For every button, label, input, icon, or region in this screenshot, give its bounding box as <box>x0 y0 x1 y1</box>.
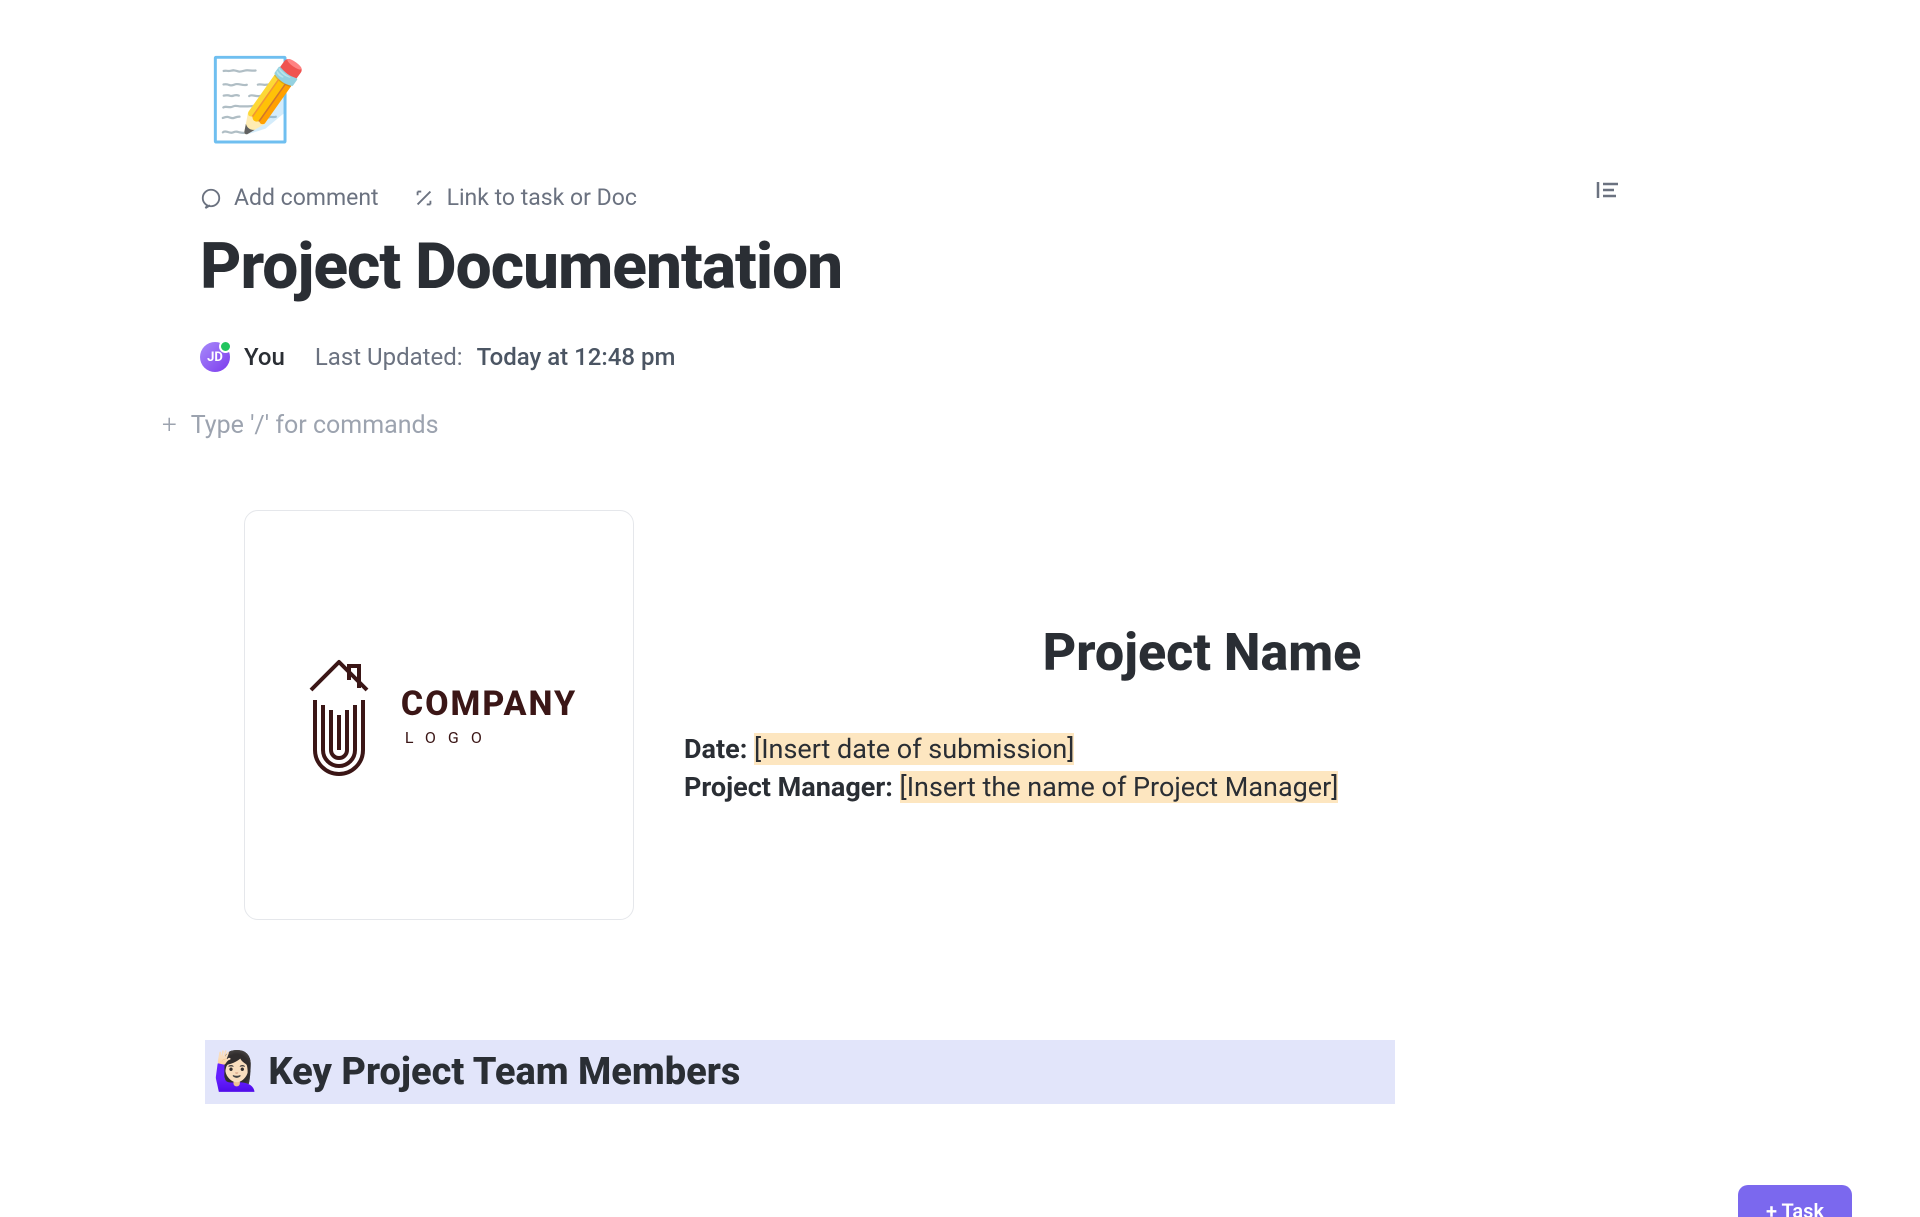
memo-icon[interactable]: 📝 <box>208 60 308 160</box>
date-line[interactable]: Date: [Insert date of submission] <box>684 733 1720 765</box>
command-input-row[interactable]: + Type '/' for commands <box>162 410 1720 440</box>
add-task-floating-button[interactable]: + Task <box>1738 1185 1852 1217</box>
company-logo-icon <box>301 650 377 780</box>
command-placeholder: Type '/' for commands <box>191 411 439 440</box>
link-task-label: Link to task or Doc <box>447 184 637 211</box>
add-task-label: + Task <box>1766 1199 1824 1217</box>
document-page: 📝 Add comment Link to task or Doc Projec… <box>0 0 1920 1104</box>
add-comment-label: Add comment <box>234 184 379 211</box>
plus-icon[interactable]: + <box>162 410 177 440</box>
company-logo-card[interactable]: COMPANY LOGO <box>244 510 634 920</box>
updated-value: Today at 12:48 pm <box>477 343 676 371</box>
pm-value: [Insert the name of Project Manager] <box>900 771 1339 803</box>
team-members-heading[interactable]: 🙋🏻‍♀️ Key Project Team Members <box>205 1040 1395 1104</box>
date-value: [Insert date of submission] <box>754 733 1074 765</box>
company-word: COMPANY <box>401 684 577 724</box>
link-icon <box>413 187 435 209</box>
comment-icon <box>200 187 222 209</box>
raising-hand-icon: 🙋🏻‍♀️ <box>213 1050 260 1094</box>
pm-label: Project Manager: <box>684 771 893 803</box>
top-actions: Add comment Link to task or Doc <box>200 184 1720 211</box>
toc-icon <box>1596 180 1620 200</box>
updated-label: Last Updated: <box>315 343 463 371</box>
add-comment-button[interactable]: Add comment <box>200 184 379 211</box>
author-name: You <box>244 343 285 371</box>
page-title[interactable]: Project Documentation <box>200 229 1720 304</box>
meta-row: JD You Last Updated: Today at 12:48 pm <box>200 342 1720 372</box>
link-task-button[interactable]: Link to task or Doc <box>413 184 637 211</box>
company-logo: COMPANY LOGO <box>301 650 577 780</box>
project-block: COMPANY LOGO Project Name Date: [Insert … <box>244 510 1720 920</box>
project-name-heading[interactable]: Project Name <box>684 622 1720 683</box>
date-label: Date: <box>684 733 747 765</box>
logo-word: LOGO <box>401 728 577 747</box>
author-avatar[interactable]: JD <box>200 342 230 372</box>
team-heading-text: Key Project Team Members <box>268 1050 740 1094</box>
company-logo-text: COMPANY LOGO <box>401 684 577 747</box>
project-info: Project Name Date: [Insert date of submi… <box>684 622 1720 809</box>
pm-line[interactable]: Project Manager: [Insert the name of Pro… <box>684 771 1720 803</box>
table-of-contents-button[interactable] <box>1596 180 1620 204</box>
